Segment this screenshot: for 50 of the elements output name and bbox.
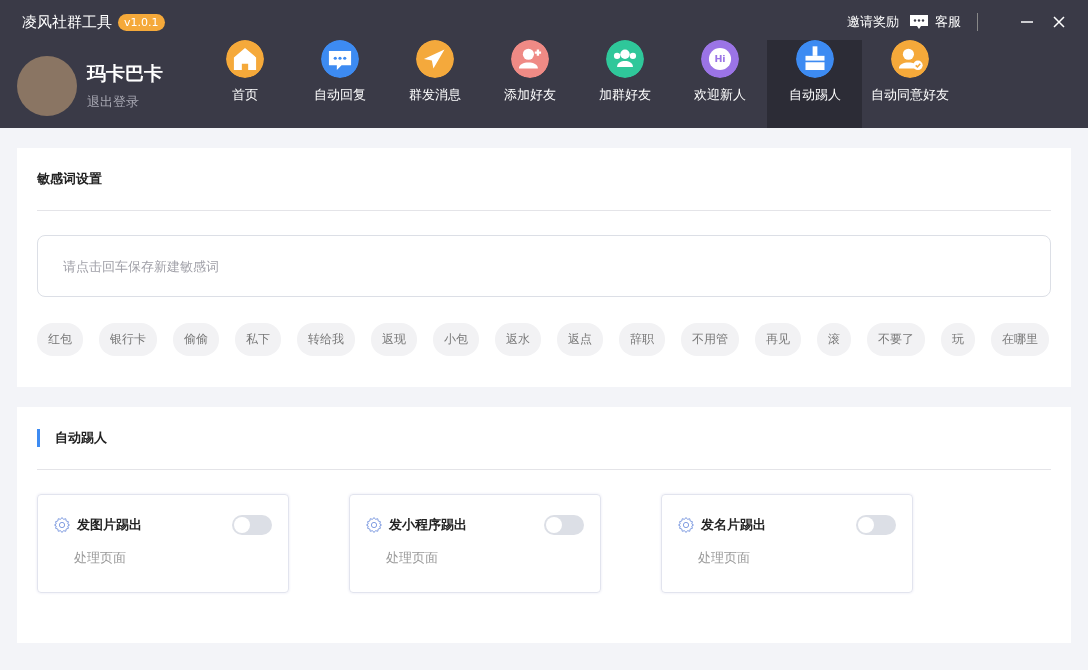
word-tag[interactable]: 辞职 xyxy=(619,323,665,356)
nav-tab[interactable]: Hi 欢迎新人 xyxy=(672,40,767,128)
handle-page-link[interactable]: 处理页面 xyxy=(386,549,438,567)
version-badge: v1.0.1 xyxy=(118,13,165,31)
word-tag[interactable]: 返现 xyxy=(371,323,417,356)
gear-icon xyxy=(365,516,383,534)
word-tag[interactable]: 红包 xyxy=(37,323,83,356)
gear-icon xyxy=(677,516,695,534)
word-tag[interactable]: 返点 xyxy=(557,323,603,356)
rule-title: 发图片踢出 xyxy=(77,516,143,534)
word-tag[interactable]: 私下 xyxy=(235,323,281,356)
word-tag[interactable]: 玩 xyxy=(941,323,975,356)
accent-bar xyxy=(37,429,40,447)
toggle-switch[interactable] xyxy=(856,515,896,535)
word-tag[interactable]: 不用管 xyxy=(681,323,739,356)
toggle-switch[interactable] xyxy=(232,515,272,535)
word-tag[interactable]: 偷偷 xyxy=(173,323,219,356)
close-icon[interactable] xyxy=(1052,15,1066,29)
nav-tab[interactable]: 添加好友 xyxy=(482,40,577,128)
nav-tab[interactable]: 加群好友 xyxy=(577,40,672,128)
input-field[interactable]: 请点击回车保存新建敏感词 xyxy=(37,235,1051,297)
word-tag[interactable]: 滚 xyxy=(817,323,851,356)
handle-page-link[interactable]: 处理页面 xyxy=(698,549,750,567)
word-tag[interactable]: 不要了 xyxy=(867,323,925,356)
rule-title: 发名片踢出 xyxy=(701,516,767,534)
nav-tab[interactable]: 自动踢人 xyxy=(767,40,862,128)
nav-tab[interactable]: 自动同意好友 xyxy=(862,40,957,128)
chat-icon xyxy=(909,13,929,31)
avatar-image xyxy=(17,56,77,116)
logout-link[interactable]: 退出登录 xyxy=(87,93,163,111)
nav-tab[interactable]: 自动回复 xyxy=(292,40,387,128)
nav-tab[interactable]: 群发消息 xyxy=(387,40,482,128)
word-tag[interactable]: 返水 xyxy=(495,323,541,356)
word-tag[interactable]: 转给我 xyxy=(297,323,355,356)
user-name: 玛卡巴卡 xyxy=(87,61,163,86)
section-title: 自动踢人 xyxy=(55,429,107,447)
invite-link[interactable]: 邀请奖励 xyxy=(847,13,899,31)
section-title: 敏感词设置 xyxy=(37,170,102,188)
gear-icon xyxy=(53,516,71,534)
support-link[interactable]: 客服 xyxy=(935,13,961,31)
nav-tab[interactable]: 首页 xyxy=(197,40,292,128)
word-tag[interactable]: 在哪里 xyxy=(991,323,1049,356)
word-tag[interactable]: 再见 xyxy=(755,323,801,356)
toggle-switch[interactable] xyxy=(544,515,584,535)
rule-title: 发小程序踢出 xyxy=(389,516,468,534)
word-tag[interactable]: 小包 xyxy=(433,323,479,356)
app-title: 凌风社群工具 xyxy=(22,12,112,32)
handle-page-link[interactable]: 处理页面 xyxy=(74,549,126,567)
hi-icon: Hi xyxy=(700,40,739,78)
word-tag[interactable]: 银行卡 xyxy=(99,323,157,356)
